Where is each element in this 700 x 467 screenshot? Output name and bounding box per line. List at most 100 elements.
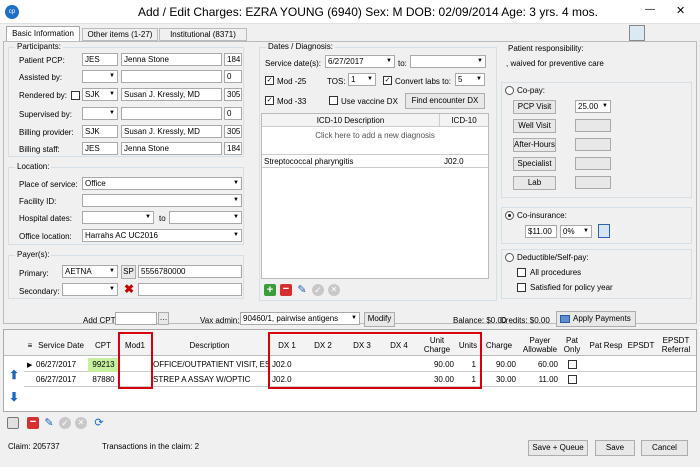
cpt-lookup-button[interactable]: … bbox=[158, 312, 169, 325]
add-cpt-input[interactable] bbox=[115, 312, 157, 325]
patient-pcp-name: Jenna Stone bbox=[121, 53, 222, 66]
history-icon[interactable] bbox=[7, 417, 19, 429]
secondary-payer-select[interactable]: ▼ bbox=[62, 283, 118, 296]
col-description: Description bbox=[189, 341, 230, 350]
supervised-by-label: Supervised by: bbox=[19, 110, 72, 119]
tab-other-items[interactable]: Other items (1-27) bbox=[82, 28, 158, 41]
pcp-visit-copay[interactable]: 25.00 ▼ bbox=[575, 100, 611, 113]
convert-labs-select[interactable]: 5 ▼ bbox=[455, 73, 485, 86]
move-up-icon[interactable]: ⬆ bbox=[7, 368, 21, 382]
grid-menu-icon[interactable]: ≡ bbox=[26, 341, 34, 350]
add-icon[interactable]: + bbox=[264, 284, 276, 296]
check-icon[interactable]: ✓ bbox=[59, 417, 71, 429]
vax-admin-select[interactable]: 90460/1, pairwise antigens ▼ bbox=[240, 312, 360, 325]
primary-payer-select[interactable]: AETNA ▼ bbox=[62, 265, 118, 278]
save-queue-button[interactable]: Save + Queue bbox=[528, 440, 588, 456]
rendered-by-code[interactable]: SJK ▼ bbox=[82, 88, 118, 101]
service-date-value: 6/27/2017 bbox=[328, 57, 364, 66]
col-payer-allowable: Payer Allowable bbox=[522, 336, 558, 354]
close-button[interactable]: ✕ bbox=[676, 4, 685, 17]
rendered-by-checkbox[interactable] bbox=[71, 91, 80, 100]
facility-id-select[interactable]: ▼ bbox=[82, 194, 242, 207]
office-location-select[interactable]: Harrahs AC UC2016 ▼ bbox=[82, 229, 242, 242]
well-visit-button[interactable]: Well Visit bbox=[513, 119, 556, 133]
tab-institutional[interactable]: Institutional (8371) items bbox=[159, 28, 247, 50]
payments-icon bbox=[560, 315, 570, 323]
billing-provider-name: Susan J. Kressly, MD bbox=[121, 125, 222, 138]
row1-pat-only-checkbox[interactable] bbox=[568, 360, 577, 369]
move-down-icon[interactable]: ⬇ bbox=[7, 390, 21, 404]
primary-payer-label: Primary: bbox=[19, 269, 49, 278]
service-dates-label: Service date(s): bbox=[265, 59, 322, 68]
patient-pcp-id: 1841 bbox=[224, 53, 242, 66]
chevron-down-icon: ▼ bbox=[107, 284, 117, 295]
minus-icon[interactable]: − bbox=[280, 284, 292, 296]
pcp-visit-button[interactable]: PCP Visit bbox=[513, 100, 556, 114]
office-location-value: Harrahs AC UC2016 bbox=[85, 231, 158, 240]
clipboard-icon[interactable] bbox=[629, 25, 645, 41]
billing-staff-code[interactable]: JES bbox=[82, 142, 118, 155]
coinsurance-percent[interactable]: 0% ▼ bbox=[560, 225, 592, 238]
supervised-by-select[interactable]: ▼ bbox=[82, 107, 118, 120]
billing-provider-code[interactable]: SJK bbox=[82, 125, 118, 138]
icd-row[interactable]: Streptococcal pharyngitis J02.0 bbox=[262, 154, 488, 168]
find-encounter-dx-button[interactable]: Find encounter DX bbox=[405, 93, 485, 109]
tab-basic-information[interactable]: Basic Information bbox=[6, 26, 80, 42]
lab-copay[interactable] bbox=[575, 176, 611, 189]
service-date-to[interactable]: ▼ bbox=[410, 55, 486, 68]
assisted-by-select[interactable]: ▼ bbox=[82, 70, 118, 83]
add-diagnosis-row[interactable]: Click here to add a new diagnosis bbox=[262, 129, 488, 143]
specialist-button[interactable]: Specialist bbox=[513, 157, 556, 171]
check-icon[interactable]: ✓ bbox=[312, 284, 324, 296]
satisfied-checkbox[interactable] bbox=[517, 283, 526, 292]
chevron-down-icon: ▼ bbox=[231, 195, 241, 206]
minus-icon[interactable]: − bbox=[27, 417, 39, 429]
service-date-from[interactable]: 6/27/2017 ▼ bbox=[325, 55, 395, 68]
row-indicator-icon: ▶ bbox=[27, 362, 33, 369]
tab-strip: Basic Information Other items (1-27) Ins… bbox=[3, 25, 697, 50]
after-hours-button[interactable]: After-Hours bbox=[513, 138, 556, 152]
pencil-icon[interactable]: ✎ bbox=[296, 284, 308, 296]
place-of-service-select[interactable]: Office ▼ bbox=[82, 177, 242, 190]
after-hours-copay[interactable] bbox=[575, 138, 611, 151]
hospital-dates-label: Hospital dates: bbox=[19, 214, 72, 223]
all-procedures-checkbox[interactable] bbox=[517, 268, 526, 277]
pencil-icon[interactable]: ✎ bbox=[43, 417, 55, 429]
modify-button[interactable]: Modify bbox=[364, 312, 395, 327]
responsibility-note: , waived for preventive care bbox=[506, 59, 604, 68]
coinsurance-amount[interactable]: $11.00 bbox=[525, 225, 557, 238]
sp-button[interactable]: SP bbox=[121, 265, 136, 279]
well-visit-copay[interactable] bbox=[575, 119, 611, 132]
hospital-date-from[interactable]: ▼ bbox=[82, 211, 154, 224]
assisted-by-name bbox=[121, 70, 222, 83]
save-button[interactable]: Save bbox=[595, 440, 635, 456]
coinsurance-radio[interactable] bbox=[505, 211, 514, 220]
apply-payments-button[interactable]: Apply Payments bbox=[556, 311, 636, 327]
location-title: Location: bbox=[15, 162, 52, 171]
dates-title: Dates / Diagnosis: bbox=[266, 42, 335, 51]
patient-pcp-code[interactable]: JES bbox=[82, 53, 118, 66]
row2-pat-only-checkbox[interactable] bbox=[568, 375, 577, 384]
tos-select[interactable]: 1 ▼ bbox=[348, 73, 376, 86]
vaccine-dx-checkbox[interactable] bbox=[329, 96, 338, 105]
row2-cpt[interactable]: 87880 bbox=[88, 373, 119, 387]
convert-labs-checkbox[interactable]: ✓ bbox=[383, 76, 392, 85]
minimize-button[interactable]: — bbox=[645, 4, 655, 15]
lab-button[interactable]: Lab bbox=[513, 176, 556, 190]
tos-label: TOS: bbox=[327, 77, 346, 86]
specialist-copay[interactable] bbox=[575, 157, 611, 170]
cancel-icon[interactable]: ✕ bbox=[328, 284, 340, 296]
remove-icon[interactable]: ✖ bbox=[121, 282, 137, 296]
mod33-checkbox[interactable]: ✓ bbox=[265, 96, 274, 105]
row1-cpt[interactable]: 99213 bbox=[88, 358, 119, 372]
copay-radio[interactable] bbox=[505, 86, 514, 95]
refresh-icon[interactable]: ⟳ bbox=[93, 417, 105, 429]
cancel-icon[interactable]: ✕ bbox=[75, 417, 87, 429]
calculator-icon[interactable] bbox=[598, 224, 610, 238]
cancel-button[interactable]: Cancel bbox=[641, 440, 688, 456]
chevron-down-icon: ▼ bbox=[107, 71, 117, 82]
deductible-radio[interactable] bbox=[505, 253, 514, 262]
icd-row-code: J02.0 bbox=[444, 157, 464, 166]
hospital-date-to[interactable]: ▼ bbox=[169, 211, 242, 224]
mod25-checkbox[interactable]: ✓ bbox=[265, 76, 274, 85]
